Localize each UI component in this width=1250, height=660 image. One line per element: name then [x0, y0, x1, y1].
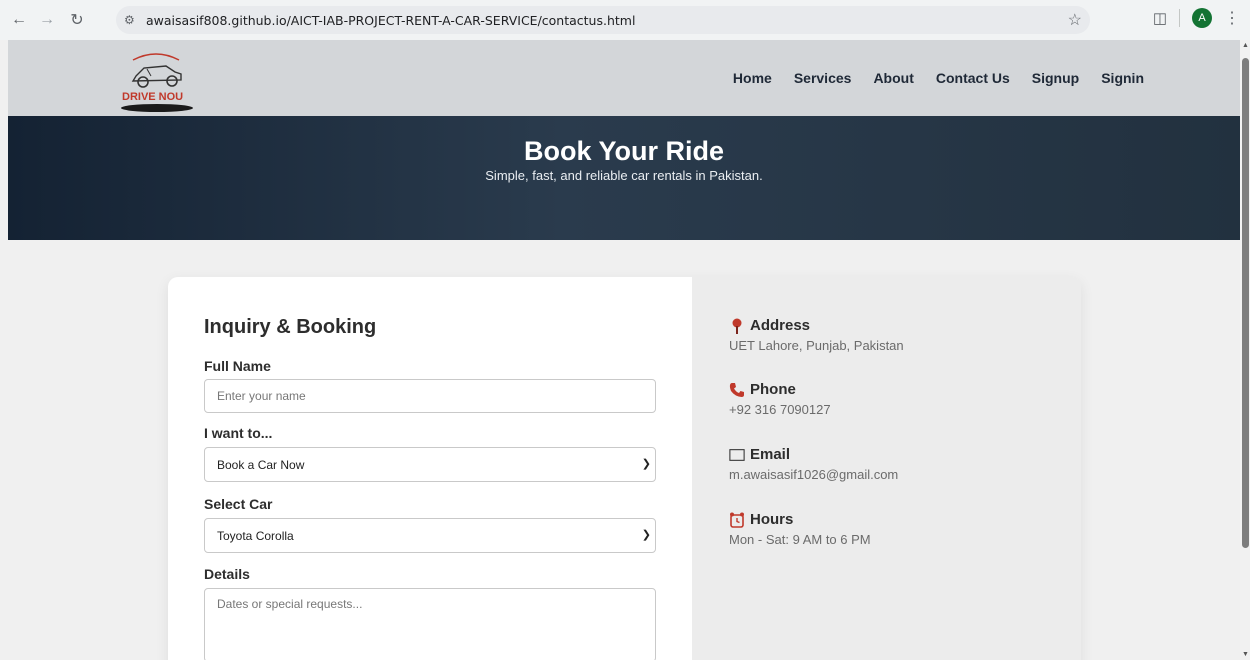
page-viewport: DRIVE NOU Home Services About Contact Us… — [0, 40, 1240, 660]
scroll-down-arrow-icon[interactable]: ▼ — [1242, 651, 1249, 658]
bookmark-star-icon[interactable]: ☆ — [1068, 10, 1082, 30]
booking-form: Inquiry & Booking Full Name I want to...… — [168, 277, 692, 660]
reload-icon[interactable]: ↻ — [64, 7, 90, 33]
hero-title: Book Your Ride — [523, 136, 725, 166]
email-text[interactable]: m.awaisasif1026@gmail.com — [729, 467, 898, 482]
envelope-icon — [729, 447, 745, 463]
nav-signup[interactable]: Signup — [1032, 70, 1079, 86]
map-pin-icon — [729, 318, 745, 334]
address-title: Address — [750, 317, 811, 334]
svg-text:DRIVE NOU: DRIVE NOU — [122, 91, 183, 103]
intent-label: I want to... — [204, 425, 273, 441]
nav-home[interactable]: Home — [733, 70, 772, 86]
site-info-icon[interactable]: ⚙ — [124, 13, 146, 27]
forward-arrow-icon[interactable]: → — [34, 7, 60, 33]
hours-text: Mon - Sat: 9 AM to 6 PM — [729, 532, 871, 547]
hero-banner: Book Your Ride Simple, fast, and reliabl… — [8, 116, 1240, 240]
main-nav: Home Services About Contact Us Signup Si… — [733, 40, 1144, 116]
phone-title: Phone — [750, 381, 796, 398]
page-scrollbar[interactable]: ▲ ▼ — [1240, 40, 1250, 660]
browser-menu-icon[interactable]: ⋮ — [1224, 8, 1240, 28]
car-label: Select Car — [204, 496, 273, 512]
nav-about[interactable]: About — [873, 70, 913, 86]
toolbar-divider — [1179, 9, 1180, 27]
phone-icon — [729, 382, 745, 398]
details-textarea[interactable] — [204, 588, 656, 660]
chevron-down-icon: ❯ — [641, 458, 651, 470]
phone-text: +92 316 7090127 — [729, 402, 831, 417]
nav-services[interactable]: Services — [794, 70, 852, 86]
profile-avatar[interactable]: A — [1192, 8, 1212, 28]
drive-now-logo[interactable]: DRIVE NOU — [111, 46, 201, 112]
extensions-icon[interactable]: ◫ — [1153, 9, 1167, 27]
phone-block: Phone +92 316 7090127 — [729, 381, 831, 417]
chevron-down-icon: ❯ — [641, 529, 651, 541]
intent-selected-value: Book a Car Now — [217, 457, 305, 472]
form-title: Inquiry & Booking — [204, 316, 377, 338]
hero-subtitle: Simple, fast, and reliable car rentals i… — [485, 168, 763, 183]
browser-toolbar: ← → ↻ ⚙ awaisasif808.github.io/AICT-IAB-… — [0, 0, 1250, 41]
nav-signin[interactable]: Signin — [1101, 70, 1144, 86]
scroll-up-arrow-icon[interactable]: ▲ — [1242, 42, 1249, 49]
address-block: Address UET Lahore, Punjab, Pakistan — [729, 317, 904, 353]
address-text: UET Lahore, Punjab, Pakistan — [729, 338, 904, 353]
hours-block: Hours Mon - Sat: 9 AM to 6 PM — [729, 511, 871, 547]
car-select[interactable]: Toyota Corolla ❯ — [204, 518, 656, 553]
url-text[interactable]: awaisasif808.github.io/AICT-IAB-PROJECT-… — [146, 13, 635, 28]
alarm-clock-icon — [729, 512, 745, 528]
contact-card: Inquiry & Booking Full Name I want to...… — [168, 277, 1081, 660]
contact-info-panel: Address UET Lahore, Punjab, Pakistan Pho… — [692, 277, 1081, 660]
address-bar[interactable]: ⚙ awaisasif808.github.io/AICT-IAB-PROJEC… — [116, 6, 1090, 34]
details-label: Details — [204, 566, 250, 582]
email-title: Email — [750, 446, 791, 463]
hours-title: Hours — [750, 511, 794, 528]
nav-contact-us[interactable]: Contact Us — [936, 70, 1010, 86]
car-selected-value: Toyota Corolla — [217, 528, 294, 543]
back-arrow-icon[interactable]: ← — [6, 7, 32, 33]
scroll-thumb[interactable] — [1242, 58, 1249, 548]
email-block: Email m.awaisasif1026@gmail.com — [729, 446, 898, 482]
full-name-input[interactable] — [204, 379, 656, 413]
full-name-label: Full Name — [204, 358, 271, 374]
intent-select[interactable]: Book a Car Now ❯ — [204, 447, 656, 482]
car-logo-icon: DRIVE NOU — [121, 53, 193, 112]
site-header: DRIVE NOU Home Services About Contact Us… — [8, 40, 1240, 116]
